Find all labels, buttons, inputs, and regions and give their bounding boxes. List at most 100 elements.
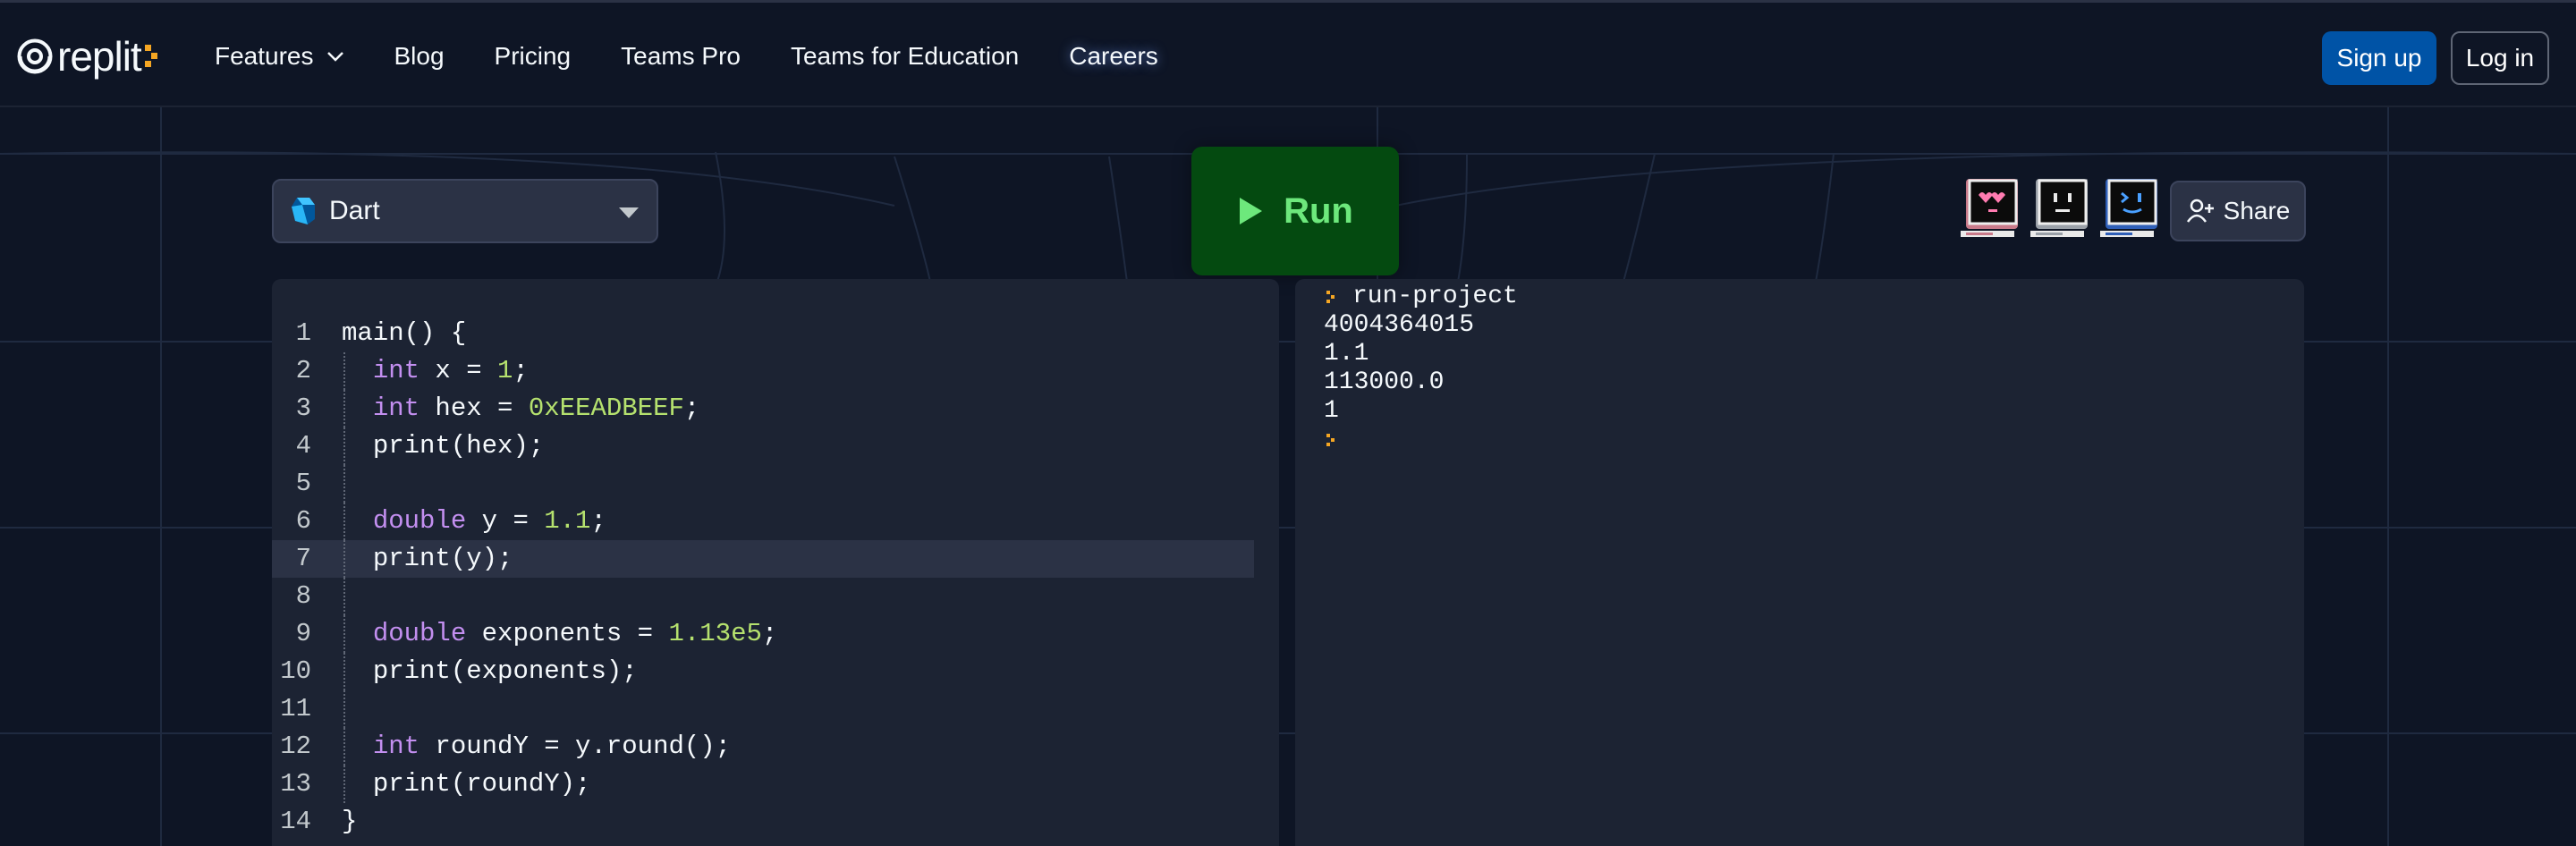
keyword-token: int (372, 356, 420, 385)
keyword-token: int (372, 732, 420, 761)
indent-guide (343, 766, 345, 803)
prompt-icon (1326, 434, 1335, 446)
share-button[interactable]: Share (2170, 181, 2306, 241)
nav-item-features[interactable]: Features (215, 42, 344, 71)
prompt-icon (1326, 291, 1335, 303)
code-token: ; (513, 356, 529, 385)
nav-item-pricing[interactable]: Pricing (495, 42, 572, 71)
dart-logo-icon (292, 198, 315, 224)
code-line[interactable]: 10 print(exponents); (272, 653, 1279, 690)
replit-logo[interactable]: replit (16, 33, 163, 80)
code-lines: 1 main() { 2 int x = 1; 3 int hex = 0xEEADB… (272, 315, 1279, 841)
line-number: 5 (295, 469, 311, 498)
code-token: print(y); (372, 544, 513, 573)
run-label: Run (1284, 190, 1353, 231)
line-number: 10 (280, 656, 311, 686)
code-line[interactable]: 5 (272, 465, 1279, 503)
code-line[interactable]: 7 print(y); (272, 540, 1254, 578)
log-in-button[interactable]: Log in (2451, 31, 2549, 85)
line-number: 14 (280, 807, 311, 836)
code-text: int hex = 0xEEADBEEF; (342, 390, 699, 427)
number-token: 1 (497, 356, 513, 385)
code-token: y = (466, 506, 545, 536)
code-line[interactable]: 9 double exponents = 1.13e5; (272, 615, 1279, 653)
code-text: print(roundY); (342, 766, 591, 803)
sign-up-button[interactable]: Sign up (2322, 31, 2436, 85)
prompt-accent-icon (144, 45, 157, 67)
nav-item-teams-for-education[interactable]: Teams for Education (791, 42, 1019, 71)
replit-logo-icon (17, 38, 53, 74)
nav-item-label: Pricing (494, 42, 572, 70)
chevron-down-icon (326, 52, 343, 62)
line-number: 9 (295, 619, 311, 648)
line-number: 13 (280, 769, 311, 799)
indent-guide (343, 427, 345, 465)
keyword-token: double (372, 619, 467, 648)
indent-guide (343, 653, 345, 690)
indent-guide (343, 390, 345, 427)
code-line[interactable]: 12 int roundY = y.round(); (272, 728, 1279, 766)
code-text: double exponents = 1.13e5; (342, 615, 778, 653)
code-line[interactable]: 13 print(roundY); (272, 766, 1279, 803)
nav-item-teams-pro[interactable]: Teams Pro (621, 42, 741, 71)
code-line[interactable]: 2 int x = 1; (272, 352, 1279, 390)
code-line[interactable]: 4 print(hex); (272, 427, 1279, 465)
line-number: 4 (295, 431, 311, 461)
nav-item-careers[interactable]: Careers (1069, 42, 1158, 71)
code-token: ; (683, 393, 700, 423)
line-number: 12 (280, 732, 311, 761)
play-icon (1240, 198, 1263, 224)
line-number: 6 (295, 506, 311, 536)
indent-guide (343, 540, 345, 578)
code-token: hex = (419, 393, 529, 423)
code-token: main() { (342, 318, 467, 348)
nav-item-label: Careers (1069, 42, 1158, 70)
console-lines: run-project 4004364015 1.1 113000.0 1 (1324, 283, 1518, 454)
code-token: x = (419, 356, 498, 385)
indent-guide (343, 728, 345, 766)
indent-guide (343, 465, 345, 503)
number-token: 1.1 (544, 506, 591, 536)
share-label: Share (2223, 197, 2291, 224)
code-line[interactable]: 6 double y = 1.1; (272, 503, 1279, 540)
run-button[interactable]: Run (1191, 147, 1399, 275)
console-output[interactable]: run-project 4004364015 1.1 113000.0 1 (1295, 279, 2304, 846)
console-command: run-project (1352, 283, 1518, 310)
code-line[interactable]: 3 int hex = 0xEEADBEEF; (272, 390, 1279, 427)
code-line[interactable]: 11 (272, 690, 1279, 728)
code-token: print(exponents); (372, 656, 638, 686)
console-command-line: run-project (1324, 283, 1518, 311)
language-select[interactable]: Dart (272, 179, 658, 243)
heart-eyes-avatar-icon[interactable] (1959, 175, 2021, 241)
indent-guide (343, 690, 345, 728)
wink-face-avatar-icon[interactable] (2098, 175, 2161, 241)
nav-item-blog[interactable]: Blog (394, 42, 445, 71)
code-text: print(hex); (342, 427, 544, 465)
line-number: 7 (295, 544, 311, 573)
code-line[interactable]: 1 main() { (272, 315, 1279, 352)
code-line[interactable]: 14} (272, 803, 1279, 841)
code-text: main() { (342, 315, 466, 352)
add-user-icon (2186, 199, 2214, 223)
code-text: } (342, 803, 357, 841)
code-line[interactable]: 8 (272, 578, 1279, 615)
neutral-face-avatar-icon[interactable] (2029, 175, 2091, 241)
code-token: exponents = (466, 619, 669, 648)
code-text: int x = 1; (342, 352, 529, 390)
keyword-token: double (372, 506, 467, 536)
nav-item-label: Teams Pro (621, 42, 741, 70)
line-number: 1 (295, 318, 311, 348)
code-editor[interactable]: 1 main() { 2 int x = 1; 3 int hex = 0xEEADB… (272, 279, 1279, 846)
console-output-line: 1.1 (1324, 340, 1369, 368)
code-token: ; (590, 506, 606, 536)
line-number: 8 (295, 581, 311, 611)
code-text: print(y); (342, 540, 513, 578)
code-token: } (342, 807, 358, 836)
console-output-line: 4004364015 (1324, 311, 1475, 339)
top-navigation: replit Features Blog Pricing Teams Pro T… (0, 0, 2576, 107)
code-token: print(hex); (372, 431, 545, 461)
nav-item-label: Features (215, 42, 314, 70)
